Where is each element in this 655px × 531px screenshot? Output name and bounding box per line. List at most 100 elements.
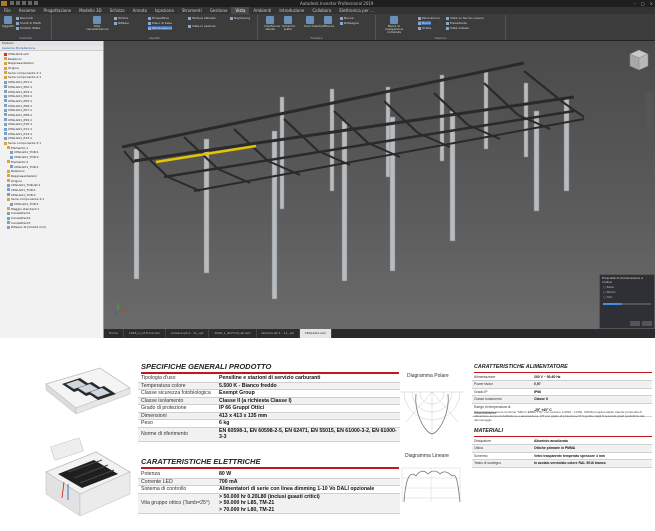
steel-beam[interactable] bbox=[123, 150, 135, 164]
spec-row: Potenza 80 W bbox=[138, 471, 400, 479]
perspective-button[interactable]: Prospettiva bbox=[148, 16, 169, 20]
redraw-button[interactable]: Ridisegna bbox=[340, 21, 359, 25]
spec-key: Alimentazione bbox=[472, 374, 532, 382]
home-view-button[interactable]: Vista iniziale bbox=[446, 26, 469, 30]
browser-node-label: Serie componente 4:1 bbox=[11, 197, 45, 202]
steel-beam[interactable] bbox=[167, 176, 201, 192]
document-tab[interactable]: lamiera.ipt.2 - 11_.ipt bbox=[166, 329, 210, 338]
folder-icon bbox=[7, 146, 10, 150]
steel-beam[interactable] bbox=[217, 168, 251, 184]
browser-node[interactable]: Riflesso 0l (CGSL4 mm) bbox=[1, 225, 103, 230]
browser-node-label: CPGLG01_P09:1 bbox=[8, 117, 33, 122]
shadows-button[interactable]: Ombre bbox=[114, 16, 128, 20]
luminaire-open-photo bbox=[45, 438, 131, 517]
document-tab[interactable]: lamiera.ipt.1 - 11_.ipt bbox=[257, 329, 300, 338]
canopy-steel-structure[interactable] bbox=[104, 41, 655, 329]
browser-node-label: CPGLG01_P13:1 bbox=[8, 136, 33, 141]
minimize-icon[interactable]: – bbox=[634, 0, 636, 7]
textures-on-button[interactable]: Texture attivate bbox=[188, 16, 216, 20]
cancel-button[interactable] bbox=[642, 321, 652, 326]
reflections-button[interactable]: Riflessi bbox=[114, 21, 129, 25]
full-navigation-wheel-button[interactable]: Barra di navigazione completa bbox=[380, 16, 408, 34]
ribbon-tab[interactable]: Collabora bbox=[308, 7, 335, 14]
ribbon-tab[interactable]: Modello 3D bbox=[75, 7, 105, 14]
ribbon-tab[interactable]: Annota bbox=[129, 7, 151, 14]
part-icon bbox=[7, 216, 10, 220]
tile-button[interactable]: Affianca bbox=[322, 16, 334, 33]
section-view-button[interactable]: Vista in sezione bbox=[188, 24, 215, 28]
ribbon-tab[interactable]: File bbox=[0, 7, 15, 14]
close-icon[interactable]: × bbox=[650, 0, 653, 7]
maximize-icon[interactable]: □ bbox=[641, 0, 645, 7]
user-interface-button[interactable]: Interfaccia utente bbox=[264, 16, 280, 33]
browser-node-label: CPGLG01_TOR:1 bbox=[14, 150, 39, 155]
pan-button[interactable]: Panoramica bbox=[418, 16, 440, 20]
ribbon-group-visibility: Oggetto Raccordi Snodi di filetti Simbol… bbox=[0, 15, 52, 40]
ok-button[interactable] bbox=[630, 321, 640, 326]
browser-node-label: CPGLG01_P07:1 bbox=[8, 108, 33, 113]
object-visibility-button[interactable]: Oggetto bbox=[2, 16, 14, 33]
general-specs-table: Tipologia d'uso Pensiline e stazioni di s… bbox=[138, 375, 400, 442]
switch-button[interactable]: Scorrimento bbox=[304, 16, 322, 33]
look-at-button[interactable]: Vista su faccia o piano bbox=[446, 16, 484, 20]
browser-node-label: Relazioni bbox=[8, 56, 22, 61]
browser-node-label: CPGLG01_P11:1 bbox=[8, 127, 33, 131]
ribbon-tab[interactable]: Ispeziona bbox=[151, 7, 178, 14]
browser-node-label: CPGLG01_P08:1 bbox=[8, 112, 33, 117]
navigation-bar[interactable] bbox=[646, 93, 653, 149]
browser-node-label: Rappresentazioni bbox=[8, 61, 34, 66]
power-supply-title: CARATTERISTICHE ALIMENTATORE bbox=[474, 364, 568, 370]
imate-symbols-button[interactable]: Simboli iMate bbox=[16, 26, 40, 30]
thread-snaps-button[interactable]: Snodi di filetti bbox=[16, 21, 41, 25]
quality-slider[interactable] bbox=[603, 303, 651, 305]
steel-column[interactable] bbox=[341, 120, 348, 282]
ribbon-tab[interactable]: Introduzione bbox=[275, 7, 308, 14]
option-high[interactable]: ○ Alto bbox=[600, 295, 654, 300]
orbit-button[interactable]: Orbita bbox=[418, 26, 431, 30]
ribbon-tab[interactable]: Elettronica per ... bbox=[335, 7, 378, 14]
clean-screen-button[interactable]: Schermo pulito bbox=[282, 16, 295, 33]
steel-beam[interactable] bbox=[417, 132, 451, 148]
spec-row: Power factor 0,97 bbox=[472, 380, 652, 389]
ribbon-tab[interactable]: Progettazione bbox=[40, 7, 76, 14]
steel-column[interactable] bbox=[533, 110, 540, 212]
lighting-button[interactable]: Illuminazione bbox=[148, 26, 172, 30]
title-rule bbox=[141, 467, 399, 469]
ribbon-tab[interactable]: Strumenti bbox=[178, 7, 206, 14]
new-icon[interactable] bbox=[10, 1, 14, 5]
undo-icon[interactable] bbox=[28, 1, 32, 5]
open-icon[interactable] bbox=[16, 1, 20, 5]
part-icon bbox=[4, 90, 7, 93]
axis-triad-icon bbox=[114, 303, 126, 315]
ground-plane-button[interactable]: Piano di base bbox=[148, 21, 172, 25]
document-tab[interactable]: CPGLGO1.iam bbox=[299, 329, 332, 338]
inventor-logo-icon[interactable] bbox=[1, 1, 7, 6]
ribbon-tab[interactable]: Assieme bbox=[15, 7, 40, 14]
browser-node-label: CPGLG01_P10:1 bbox=[8, 122, 33, 127]
steel-beam[interactable] bbox=[523, 70, 565, 104]
spec-key: Potenza bbox=[138, 471, 216, 479]
visual-style-button[interactable]: Stile visualizzazione bbox=[86, 16, 109, 33]
save-icon[interactable] bbox=[22, 1, 26, 5]
document-tab[interactable]: Home bbox=[104, 329, 124, 338]
steel-column[interactable] bbox=[385, 86, 391, 178]
viewcube-icon[interactable] bbox=[629, 49, 649, 71]
steel-column[interactable] bbox=[133, 148, 140, 280]
arrange-button[interactable]: Nuova bbox=[340, 16, 354, 20]
document-tab[interactable]: 1026_1_ist.Front_sb.iam bbox=[209, 329, 257, 338]
previous-view-button[interactable]: Precedente bbox=[446, 21, 467, 25]
raytracing-button[interactable]: Raytracing bbox=[230, 16, 250, 20]
spec-key: Vita gruppo ottico (Tamb=25°) bbox=[138, 493, 216, 514]
ribbon-tab[interactable]: Gestione bbox=[206, 7, 232, 14]
graphics-viewport[interactable]: Proprietà di illuminazione e ombre ○ Bas… bbox=[104, 41, 655, 329]
redo-icon[interactable] bbox=[34, 1, 38, 5]
fillets-button[interactable]: Raccordi bbox=[16, 16, 33, 20]
ribbon-tab[interactable]: Vista bbox=[231, 7, 250, 14]
steel-column[interactable] bbox=[271, 130, 278, 300]
ribbon-tab[interactable]: Ambienti bbox=[249, 7, 275, 14]
document-tab[interactable]: 1026_1_ist.Front.iam bbox=[124, 329, 167, 338]
zoom-button[interactable]: Zoom bbox=[418, 21, 431, 25]
materials-title: MATERIALI bbox=[474, 428, 503, 434]
ribbon-tab[interactable]: Schizzo bbox=[106, 7, 129, 14]
steel-column[interactable] bbox=[439, 74, 445, 162]
